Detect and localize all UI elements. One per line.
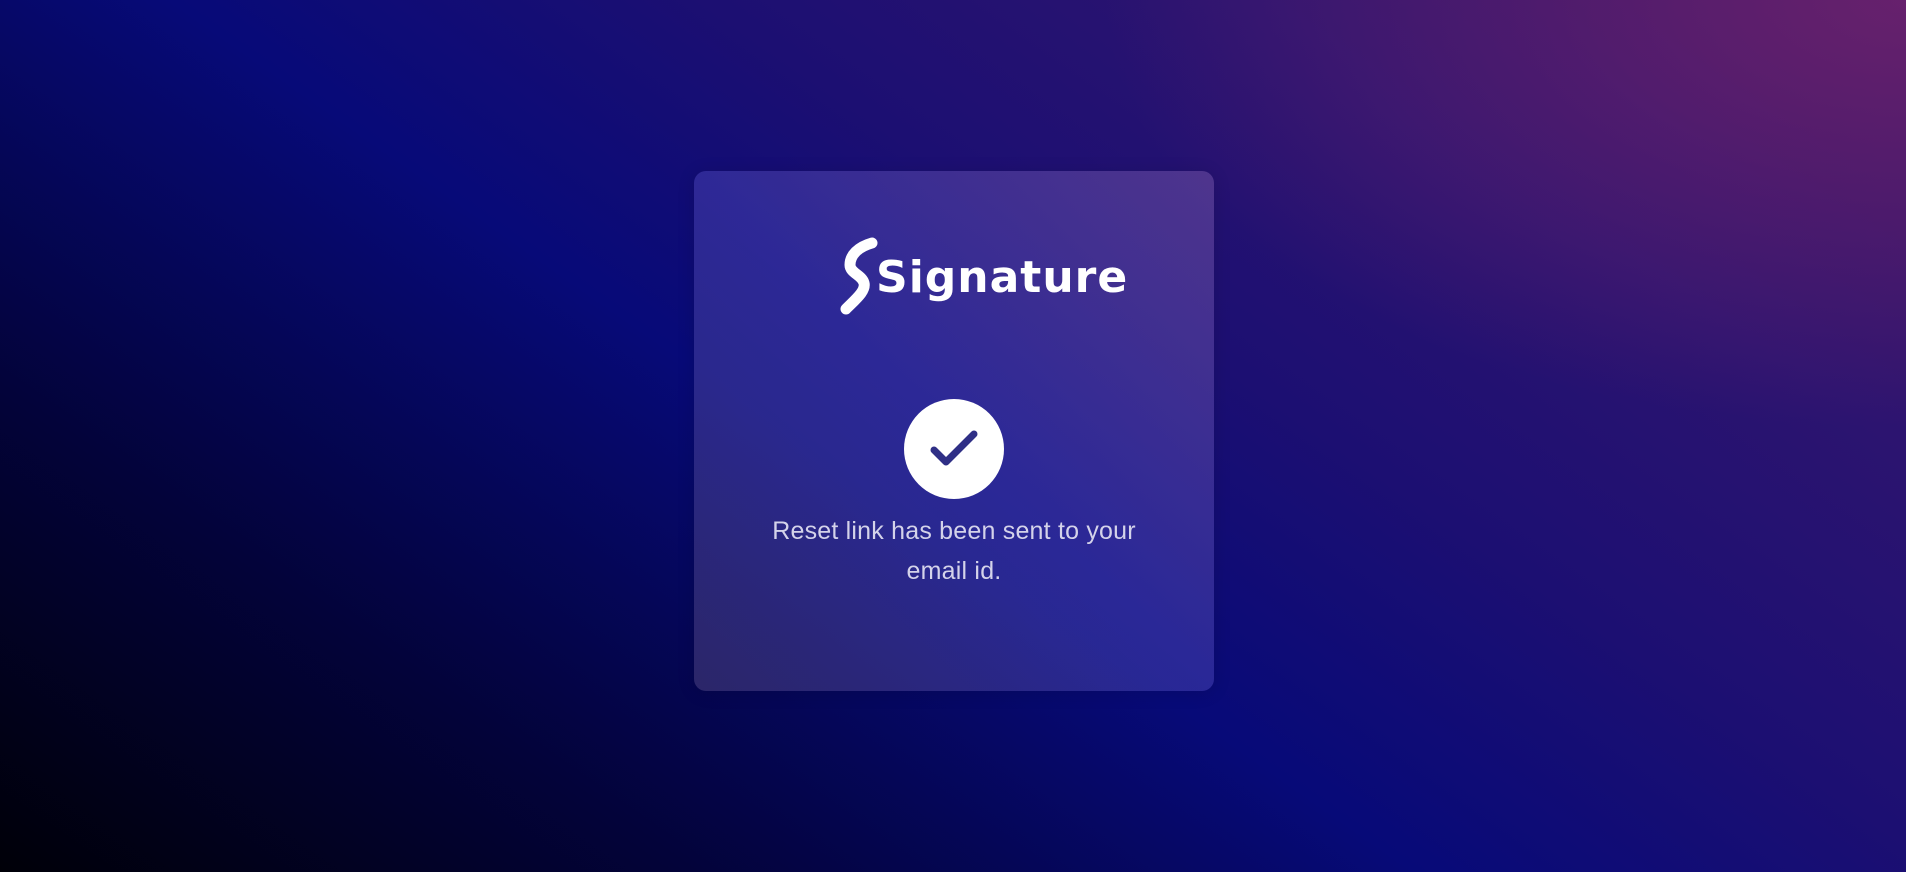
brand-name: Signature	[876, 252, 1129, 303]
checkmark-icon	[930, 430, 978, 466]
reset-link-sent-message: Reset link has been sent to your email i…	[772, 517, 1136, 585]
password-reset-confirmation-page: Signature Reset link has been sent to yo…	[0, 0, 1906, 872]
success-check-icon	[904, 399, 1004, 499]
signature-logo: Signature	[838, 235, 1127, 317]
confirmation-card: Signature Reset link has been sent to yo…	[694, 171, 1214, 691]
